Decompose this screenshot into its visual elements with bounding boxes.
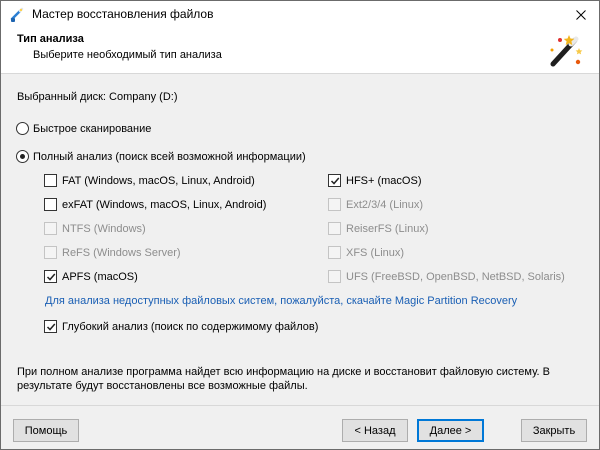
full-analysis-radio-circle bbox=[16, 150, 29, 163]
fs-checkbox-refs-box bbox=[44, 246, 57, 259]
recovery-wizard-icon bbox=[9, 7, 25, 23]
magic-partition-recovery-link[interactable]: Для анализа недоступных файловых систем,… bbox=[45, 295, 517, 307]
fs-checkbox-reiserfs-box bbox=[328, 222, 341, 235]
fs-checkbox-ufs-label: UFS (FreeBSD, OpenBSD, NetBSD, Solaris) bbox=[346, 270, 565, 283]
fs-checkbox-reiserfs[interactable]: ReiserFS (Linux) bbox=[328, 222, 429, 235]
fs-checkbox-refs[interactable]: ReFS (Windows Server) bbox=[44, 246, 181, 259]
checkmark-icon bbox=[46, 323, 55, 331]
quick-scan-radio[interactable]: Быстрое сканирование bbox=[16, 122, 151, 135]
deep-analysis-checkbox[interactable]: Глубокий анализ (поиск по содержимому фа… bbox=[44, 320, 318, 333]
next-button[interactable]: Далее > bbox=[417, 419, 484, 442]
full-analysis-radio[interactable]: Полный анализ (поиск всей возможной инфо… bbox=[16, 150, 306, 163]
fs-checkbox-ext[interactable]: Ext2/3/4 (Linux) bbox=[328, 198, 423, 211]
fs-checkbox-fat-box bbox=[44, 174, 57, 187]
fs-checkbox-ntfs-label: NTFS (Windows) bbox=[62, 222, 146, 235]
page-subtitle: Выберите необходимый тип анализа bbox=[33, 49, 222, 61]
magic-wand-icon bbox=[545, 30, 585, 72]
back-button[interactable]: < Назад bbox=[342, 419, 408, 442]
fs-checkbox-ntfs-box bbox=[44, 222, 57, 235]
quick-scan-label: Быстрое сканирование bbox=[33, 122, 152, 135]
fs-checkbox-hfsplus-box bbox=[328, 174, 341, 187]
fs-checkbox-exfat-label: exFAT (Windows, macOS, Linux, Android) bbox=[62, 198, 267, 211]
fs-checkbox-exfat[interactable]: exFAT (Windows, macOS, Linux, Android) bbox=[44, 198, 266, 211]
wizard-content: Выбранный диск: Company (D:) Быстрое ска… bbox=[1, 75, 599, 395]
fs-checkbox-ufs-box bbox=[328, 270, 341, 283]
fs-checkbox-fat[interactable]: FAT (Windows, macOS, Linux, Android) bbox=[44, 174, 255, 187]
help-button[interactable]: Помощь bbox=[13, 419, 79, 442]
title-bar: Мастер восстановления файлов bbox=[1, 1, 599, 28]
fs-checkbox-ufs[interactable]: UFS (FreeBSD, OpenBSD, NetBSD, Solaris) bbox=[328, 270, 565, 283]
wizard-header: Тип анализа Выберите необходимый тип ана… bbox=[1, 28, 599, 74]
fs-checkbox-hfsplus-label: HFS+ (macOS) bbox=[346, 174, 422, 187]
deep-analysis-checkbox-box bbox=[44, 320, 57, 333]
fs-checkbox-apfs-box bbox=[44, 270, 57, 283]
selected-disk-label: Выбранный диск: Company (D:) bbox=[17, 91, 178, 103]
fs-checkbox-ntfs[interactable]: NTFS (Windows) bbox=[44, 222, 146, 235]
close-button[interactable]: Закрыть bbox=[521, 419, 587, 442]
deep-analysis-label: Глубокий анализ (поиск по содержимому фа… bbox=[62, 320, 319, 333]
window-title: Мастер восстановления файлов bbox=[32, 7, 214, 21]
wizard-window: Мастер восстановления файлов Тип анализа… bbox=[0, 0, 600, 450]
fs-checkbox-xfs-label: XFS (Linux) bbox=[346, 246, 405, 259]
fs-checkbox-hfsplus[interactable]: HFS+ (macOS) bbox=[328, 174, 421, 187]
info-text: При полном анализе программа найдет всю … bbox=[17, 366, 550, 392]
page-title: Тип анализа bbox=[17, 33, 84, 45]
fs-checkbox-exfat-box bbox=[44, 198, 57, 211]
fs-checkbox-xfs-box bbox=[328, 246, 341, 259]
fs-checkbox-reiserfs-label: ReiserFS (Linux) bbox=[346, 222, 429, 235]
fs-checkbox-ext-box bbox=[328, 198, 341, 211]
full-analysis-label: Полный анализ (поиск всей возможной инфо… bbox=[33, 150, 306, 163]
close-window-button[interactable] bbox=[563, 1, 599, 28]
quick-scan-radio-circle bbox=[16, 122, 29, 135]
fs-checkbox-ext-label: Ext2/3/4 (Linux) bbox=[346, 198, 424, 211]
fs-checkbox-apfs[interactable]: APFS (macOS) bbox=[44, 270, 138, 283]
wizard-footer: Помощь < Назад Далее > Закрыть bbox=[1, 405, 599, 450]
checkmark-icon bbox=[46, 273, 55, 281]
fs-checkbox-refs-label: ReFS (Windows Server) bbox=[62, 246, 181, 259]
close-icon bbox=[576, 9, 586, 20]
fs-checkbox-xfs[interactable]: XFS (Linux) bbox=[328, 246, 404, 259]
fs-checkbox-apfs-label: APFS (macOS) bbox=[62, 270, 138, 283]
fs-checkbox-fat-label: FAT (Windows, macOS, Linux, Android) bbox=[62, 174, 255, 187]
checkmark-icon bbox=[330, 177, 339, 185]
